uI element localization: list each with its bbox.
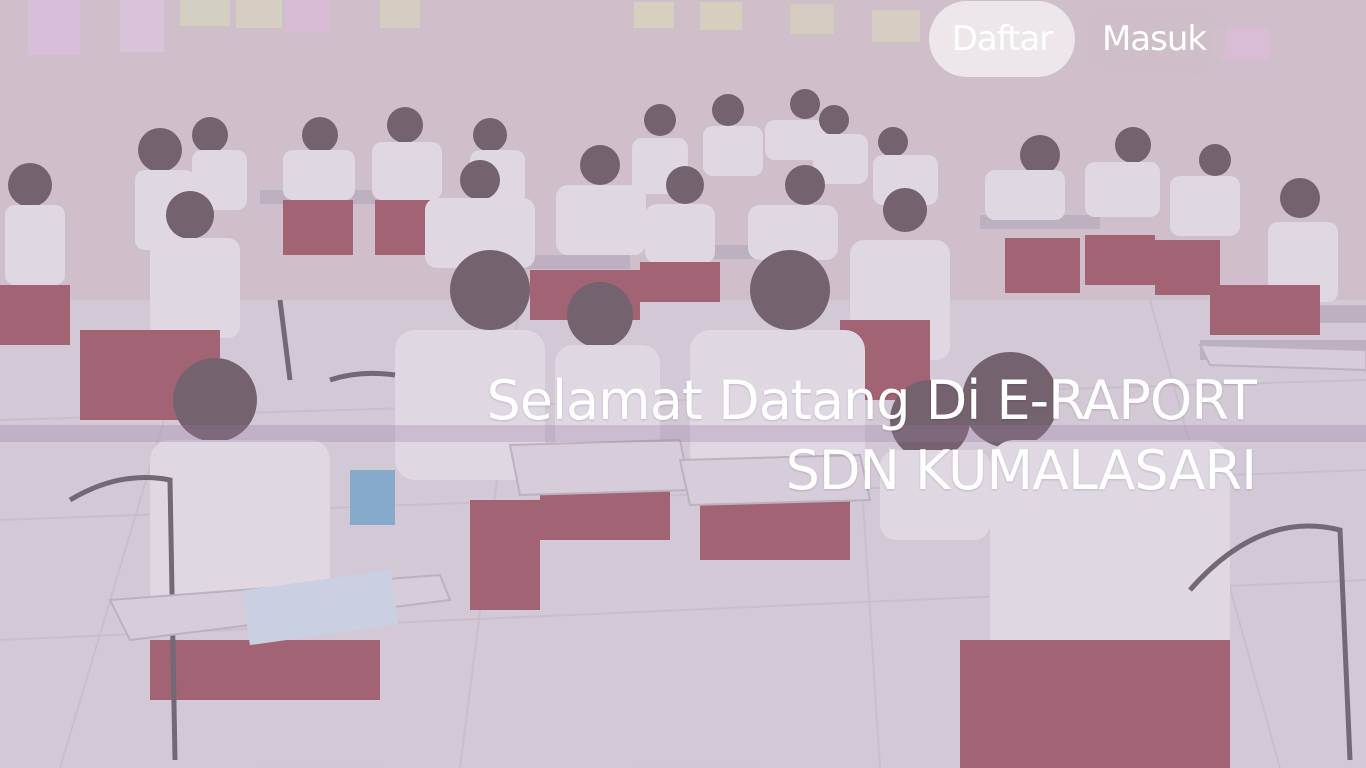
register-button[interactable]: Daftar xyxy=(929,1,1075,77)
welcome-title-line1: Selamat Datang Di E-RAPORT xyxy=(486,369,1257,432)
welcome-title-line2: SDN KUMALASARI xyxy=(785,439,1257,502)
hero-section: Daftar Masuk Selamat Datang Di E-RAPORT … xyxy=(0,0,1366,768)
welcome-heading: Selamat Datang Di E-RAPORT SDN KUMALASAR… xyxy=(487,366,1257,506)
top-navigation: Daftar Masuk xyxy=(929,1,1227,77)
login-button[interactable]: Masuk xyxy=(1081,1,1227,77)
